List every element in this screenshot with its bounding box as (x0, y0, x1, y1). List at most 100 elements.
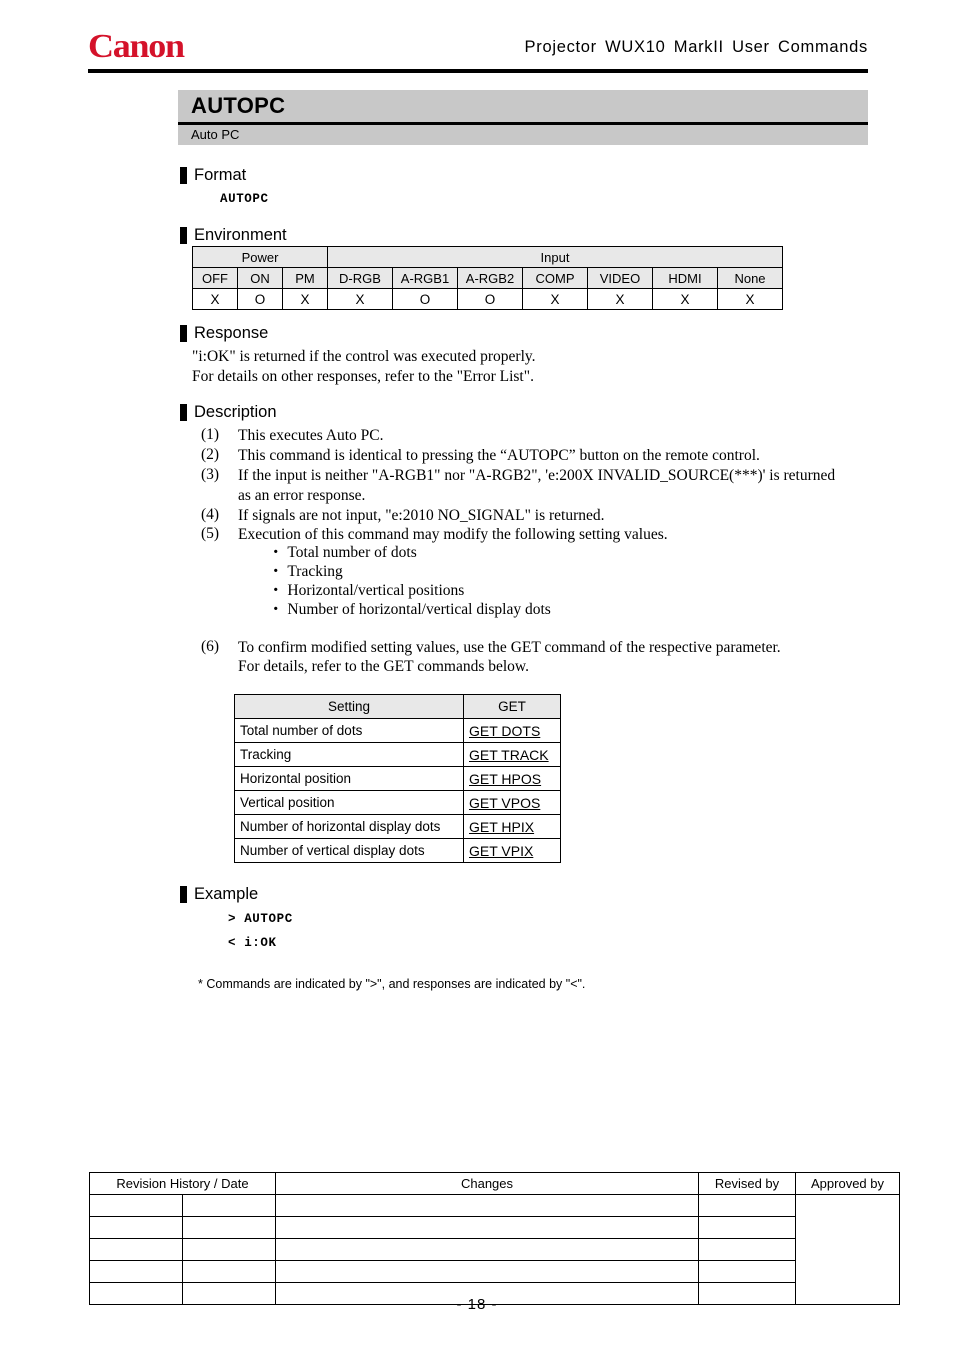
get-vpix-link[interactable]: GET VPIX (469, 843, 533, 859)
rev-cell-date2[interactable] (182, 1216, 276, 1239)
table-row: Total number of dots GET DOTS (234, 718, 561, 743)
table-row (89, 1216, 900, 1239)
env-col-none: None (717, 267, 783, 289)
section-marker-icon (180, 324, 187, 342)
rev-cell-changes[interactable] (275, 1260, 699, 1283)
rev-cell-date1[interactable] (89, 1260, 183, 1283)
get-link-cell-dots[interactable]: GET DOTS (463, 718, 561, 743)
get-track-link[interactable]: GET TRACK (469, 747, 549, 763)
section-label-response: Response (194, 324, 269, 342)
environment-table: Power Input OFF ON PM D-RGB A-RGB1 A-RGB… (192, 246, 783, 310)
desc-number-4: (4) (201, 506, 220, 523)
rev-cell-date1[interactable] (89, 1194, 183, 1217)
get-link-cell-vpos[interactable]: GET VPOS (463, 790, 561, 815)
table-row (89, 1194, 900, 1305)
get-dots-link[interactable]: GET DOTS (469, 723, 540, 739)
section-label-format: Format (194, 166, 247, 184)
section-marker-icon (180, 885, 187, 903)
rev-header-approved-by: Approved by (795, 1172, 900, 1195)
get-setting-vpix: Number of vertical display dots (234, 838, 464, 863)
table-row: Number of horizontal display dots GET HP… (234, 814, 561, 839)
rev-cell-date1[interactable] (89, 1238, 183, 1261)
rev-cell-changes[interactable] (275, 1238, 699, 1261)
table-row (89, 1260, 900, 1283)
section-marker-icon (180, 166, 187, 184)
desc-text-3-line-1: If the input is neither "A-RGB1" nor "A-… (238, 467, 836, 484)
table-row-column-headers: OFF ON PM D-RGB A-RGB1 A-RGB2 COMP VIDEO… (192, 267, 783, 289)
desc-number-3: (3) (201, 466, 220, 483)
env-val-hdmi: X (652, 288, 718, 310)
page-header: Canon Projector WUX10 MarkII User Comman… (88, 28, 868, 68)
get-hpos-link[interactable]: GET HPOS (469, 771, 541, 787)
section-heading-environment: Environment (180, 226, 287, 244)
header-divider (88, 69, 868, 73)
table-row-header: Revision History / Date Changes Revised … (89, 1172, 900, 1195)
rev-cell-approved-by[interactable] (795, 1194, 900, 1305)
rev-cell-date1[interactable] (89, 1216, 183, 1239)
env-col-hdmi: HDMI (652, 267, 718, 289)
env-col-pm: PM (282, 267, 328, 289)
desc-text-3-line-2: as an error response. (238, 487, 366, 504)
env-val-a-rgb2: O (457, 288, 523, 310)
env-group-input: Input (327, 246, 783, 268)
response-line-1: "i:OK" is returned if the control was ex… (192, 348, 536, 365)
header-title: Projector WUX10 MarkII User Commands (524, 38, 868, 56)
page-number: - 18 - (456, 1296, 498, 1313)
rev-cell-changes[interactable] (275, 1194, 699, 1217)
get-link-cell-track[interactable]: GET TRACK (463, 742, 561, 767)
example-footnote: * Commands are indicated by ">", and res… (198, 977, 586, 991)
document-page: Canon Projector WUX10 MarkII User Comman… (0, 0, 954, 1350)
get-setting-dots: Total number of dots (234, 718, 464, 743)
get-commands-table: Setting GET Total number of dots GET DOT… (234, 694, 561, 863)
section-label-description: Description (194, 403, 277, 421)
env-val-d-rgb: X (327, 288, 393, 310)
section-marker-icon (180, 403, 187, 421)
table-row: Tracking GET TRACK (234, 742, 561, 767)
env-col-a-rgb1: A-RGB1 (392, 267, 458, 289)
get-setting-vpos: Vertical position (234, 790, 464, 815)
table-row-group-headers: Power Input (192, 246, 783, 268)
desc-text-6-line-1: To confirm modified setting values, use … (238, 639, 781, 656)
rev-cell-revised-by[interactable] (698, 1260, 796, 1283)
rev-cell-date2[interactable] (182, 1194, 276, 1217)
command-title-bar: AUTOPC (178, 90, 868, 122)
rev-cell-revised-by[interactable] (698, 1216, 796, 1239)
env-val-comp: X (522, 288, 588, 310)
rev-cell-changes[interactable] (275, 1216, 699, 1239)
env-val-video: X (587, 288, 653, 310)
get-setting-hpix: Number of horizontal display dots (234, 814, 464, 839)
rev-cell-date2[interactable] (182, 1238, 276, 1261)
example-response-line: < i:OK (228, 936, 277, 950)
rev-header-revised-by: Revised by (698, 1172, 796, 1195)
format-syntax: AUTOPC (220, 192, 269, 206)
env-val-on: O (237, 288, 283, 310)
table-row-header: Setting GET (234, 694, 561, 719)
desc-text-1: This executes Auto PC. (238, 427, 384, 444)
table-row: Number of vertical display dots GET VPIX (234, 838, 561, 863)
env-col-off: OFF (192, 267, 238, 289)
desc-bullet-4: ・ Number of horizontal/vertical display … (268, 601, 551, 618)
get-link-cell-vpix[interactable]: GET VPIX (463, 838, 561, 863)
section-label-environment: Environment (194, 226, 287, 244)
get-vpos-link[interactable]: GET VPOS (469, 795, 540, 811)
command-subtitle: Auto PC (191, 127, 240, 142)
response-line-2: For details on other responses, refer to… (192, 368, 534, 385)
example-command-line: > AUTOPC (228, 912, 293, 926)
get-link-cell-hpos[interactable]: GET HPOS (463, 766, 561, 791)
section-heading-response: Response (180, 324, 268, 342)
table-row: Vertical position GET VPOS (234, 790, 561, 815)
desc-bullet-1: ・ Total number of dots (268, 544, 417, 561)
rev-cell-date2[interactable] (182, 1260, 276, 1283)
rev-cell-revised-by[interactable] (698, 1238, 796, 1261)
get-link-cell-hpix[interactable]: GET HPIX (463, 814, 561, 839)
get-hpix-link[interactable]: GET HPIX (469, 819, 534, 835)
command-name: AUTOPC (191, 93, 286, 118)
desc-number-5: (5) (201, 525, 220, 542)
rev-header-date: Revision History / Date (89, 1172, 276, 1195)
desc-bullet-2: ・ Tracking (268, 563, 343, 580)
section-marker-icon (180, 226, 187, 244)
env-col-on: ON (237, 267, 283, 289)
command-subtitle-bar: Auto PC (178, 125, 868, 145)
rev-cell-revised-by[interactable] (698, 1194, 796, 1217)
canon-logo: Canon (88, 28, 185, 65)
